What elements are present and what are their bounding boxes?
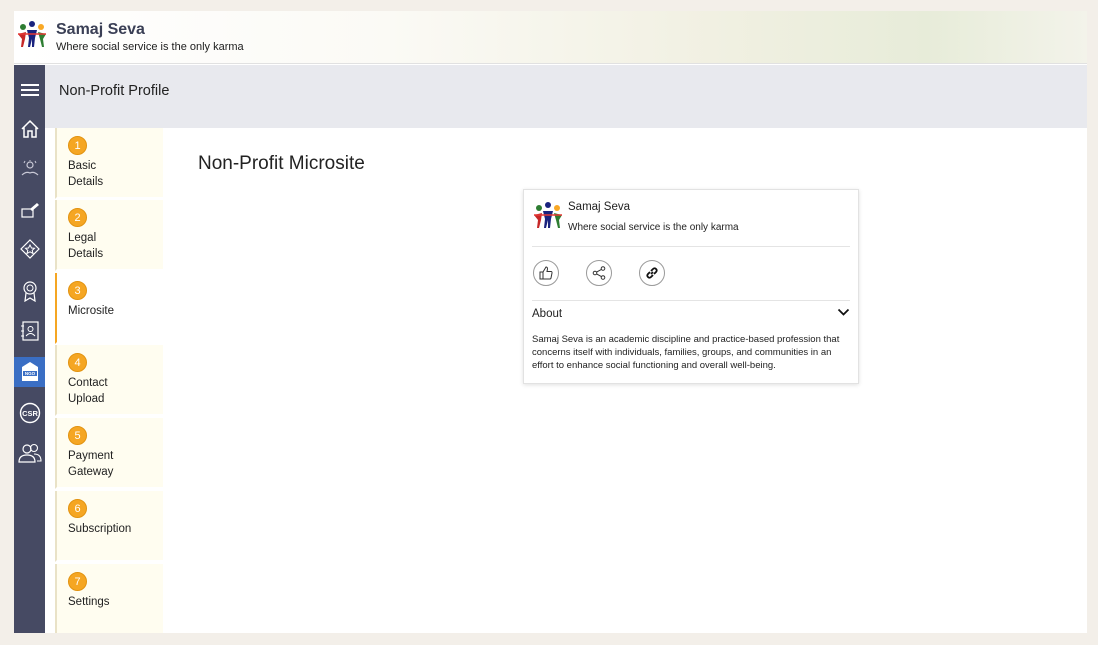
app-frame: Samaj Seva Where social service is the o… — [14, 11, 1087, 633]
sidebar-item-donation[interactable] — [14, 196, 45, 226]
card-org-tagline: Where social service is the only karma — [568, 222, 739, 233]
menu-icon — [20, 84, 39, 96]
ngo-icon: NGO — [21, 362, 38, 381]
like-icon — [539, 266, 553, 280]
card-org-name: Samaj Seva — [568, 201, 631, 213]
profile-steps: 1 Basic Details 2 Legal Details 3 Micros… — [55, 128, 164, 633]
menu-button[interactable] — [14, 75, 45, 105]
step-number: 5 — [68, 426, 87, 445]
sidebar: NGO CSR — [14, 65, 45, 633]
step-subscription[interactable]: 6 Subscription — [55, 491, 163, 562]
users-icon — [17, 443, 42, 463]
step-number: 2 — [68, 208, 87, 227]
samaj-seva-logo-icon — [534, 202, 562, 228]
sidebar-item-users[interactable] — [14, 438, 45, 468]
about-description: Samaj Seva is an academic discipline and… — [532, 334, 840, 371]
sidebar-item-ngo[interactable]: NGO — [14, 357, 45, 387]
sidebar-item-charity[interactable] — [14, 154, 45, 184]
contacts-icon — [20, 321, 39, 341]
step-number: 7 — [68, 572, 87, 591]
step-number: 3 — [68, 281, 87, 300]
copy-link-button[interactable] — [639, 260, 665, 286]
charity-icon — [21, 160, 38, 176]
page-title: Non-Profit Profile — [59, 83, 170, 99]
top-bar: Samaj Seva Where social service is the o… — [14, 11, 1087, 64]
step-number: 6 — [68, 499, 87, 518]
step-label: Basic Details — [68, 160, 104, 188]
brand-tagline: Where social service is the only karma — [56, 41, 244, 53]
brand-title: Samaj Seva — [56, 21, 145, 38]
step-payment-gateway[interactable]: 5 Payment Gateway — [55, 418, 163, 489]
step-settings[interactable]: 7 Settings — [55, 564, 163, 633]
page-header: Non-Profit Profile — [45, 65, 1087, 128]
share-button[interactable] — [586, 260, 612, 286]
csr-icon: CSR — [19, 402, 40, 424]
ngo-icon-label: NGO — [24, 371, 35, 376]
sidebar-item-award[interactable] — [14, 276, 45, 306]
share-icon — [592, 266, 606, 280]
step-label: Contact Upload — [68, 377, 108, 405]
csr-icon-label: CSR — [22, 409, 38, 418]
step-label: Subscription — [68, 523, 132, 535]
sidebar-item-badge[interactable] — [14, 234, 45, 264]
link-icon — [646, 267, 658, 279]
divider — [532, 246, 850, 247]
step-label: Payment Gateway — [68, 450, 114, 478]
step-number: 4 — [68, 353, 87, 372]
step-microsite[interactable]: 3 Microsite — [55, 273, 163, 344]
sidebar-item-csr[interactable]: CSR — [14, 398, 45, 428]
microsite-heading: Non-Profit Microsite — [198, 153, 365, 174]
award-icon — [22, 281, 37, 302]
sidebar-item-contacts[interactable] — [14, 316, 45, 346]
donation-icon — [20, 203, 39, 218]
divider — [532, 300, 850, 301]
step-basic-details[interactable]: 1 Basic Details — [55, 128, 163, 199]
microsite-preview-card: Samaj Seva Where social service is the o… — [523, 189, 859, 384]
step-number: 1 — [68, 136, 87, 155]
about-section-label: About — [532, 308, 563, 320]
samaj-seva-logo-icon — [18, 21, 46, 47]
home-icon — [20, 119, 39, 138]
step-label: Legal Details — [68, 232, 104, 260]
badge-icon — [19, 239, 40, 259]
step-label: Settings — [68, 596, 110, 608]
step-contact-upload[interactable]: 4 Contact Upload — [55, 345, 163, 416]
step-legal-details[interactable]: 2 Legal Details — [55, 200, 163, 271]
chevron-down-icon[interactable] — [837, 307, 850, 317]
step-label: Microsite — [68, 305, 115, 317]
sidebar-item-home[interactable] — [14, 114, 45, 144]
like-button[interactable] — [533, 260, 559, 286]
